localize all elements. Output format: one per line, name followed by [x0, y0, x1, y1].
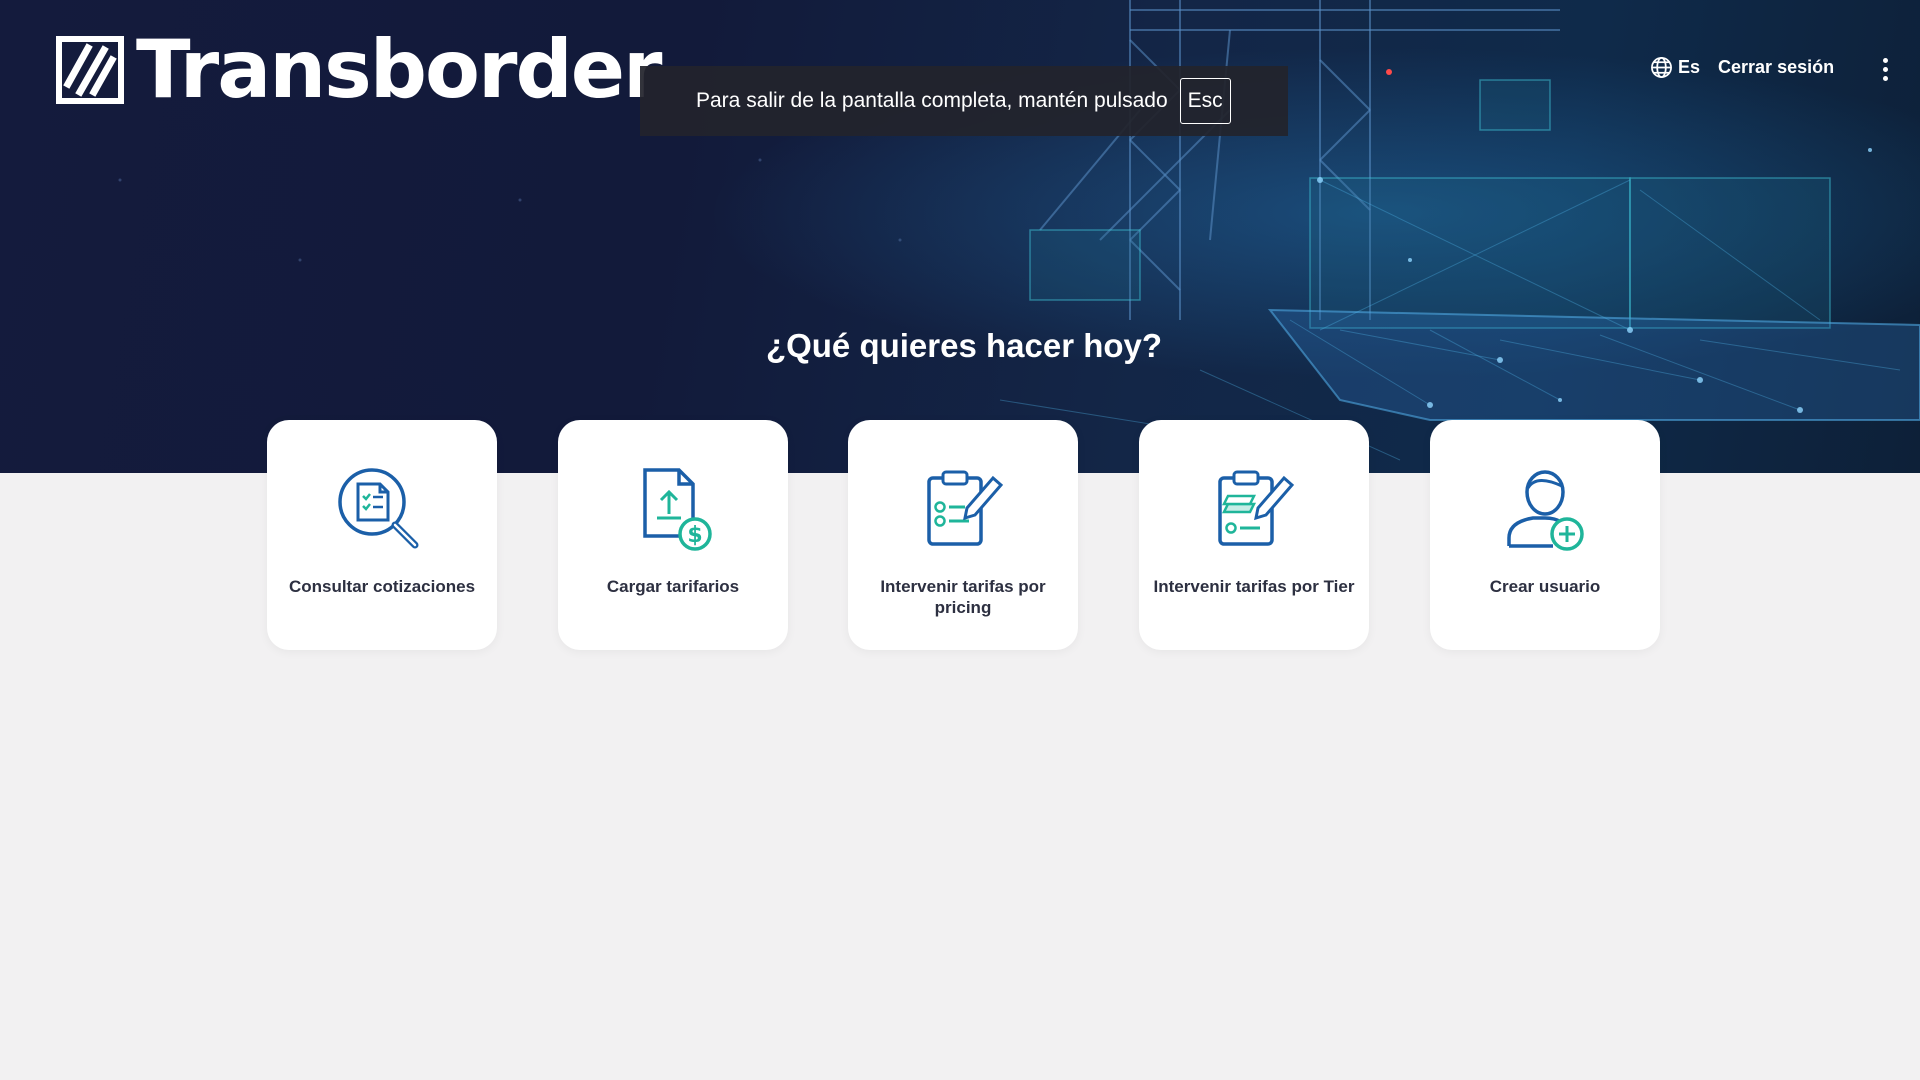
globe-icon	[1651, 57, 1672, 78]
logo-mark-icon	[56, 36, 124, 104]
search-document-icon	[338, 468, 419, 549]
card-label: Cargar tarifarios	[606, 577, 740, 596]
language-label: Es	[1678, 57, 1701, 77]
svg-text:$: $	[687, 523, 702, 548]
fullscreen-notice: Para salir de la pantalla completa, mant…	[640, 66, 1288, 136]
logout-link[interactable]: Cerrar sesión	[1718, 57, 1834, 78]
card-crear-usuario[interactable]: Crear usuario	[1430, 420, 1660, 650]
card-label: Intervenir tarifas por pricing	[880, 577, 1046, 617]
brand-name: Transborder	[136, 23, 662, 116]
add-user-icon	[1507, 470, 1584, 551]
language-selector[interactable]: Es	[1650, 56, 1700, 79]
brand-logo[interactable]: Transborder	[56, 23, 662, 116]
card-label: Intervenir tarifas por Tier	[1153, 577, 1355, 596]
escape-key-hint: Esc	[1179, 78, 1231, 124]
card-intervenir-pricing[interactable]: Intervenir tarifas por pricing	[848, 420, 1078, 650]
card-label: Crear usuario	[1489, 577, 1601, 596]
clipboard-tier-edit-icon	[1218, 470, 1295, 546]
upload-tariff-icon: $	[643, 468, 712, 551]
card-cargar-tarifarios[interactable]: $ Cargar tarifarios	[558, 420, 788, 650]
card-consultar-cotizaciones[interactable]: Consultar cotizaciones	[267, 420, 497, 650]
card-label: Consultar cotizaciones	[288, 577, 476, 596]
clipboard-edit-icon	[927, 470, 1004, 546]
fullscreen-notice-text: Para salir de la pantalla completa, mant…	[696, 89, 1168, 112]
card-intervenir-tier[interactable]: Intervenir tarifas por Tier	[1139, 420, 1369, 650]
more-vertical-icon[interactable]	[1878, 58, 1892, 84]
page-title: ¿Qué quieres hacer hoy?	[765, 327, 1163, 364]
top-nav: Es Cerrar sesión	[1650, 56, 1834, 79]
